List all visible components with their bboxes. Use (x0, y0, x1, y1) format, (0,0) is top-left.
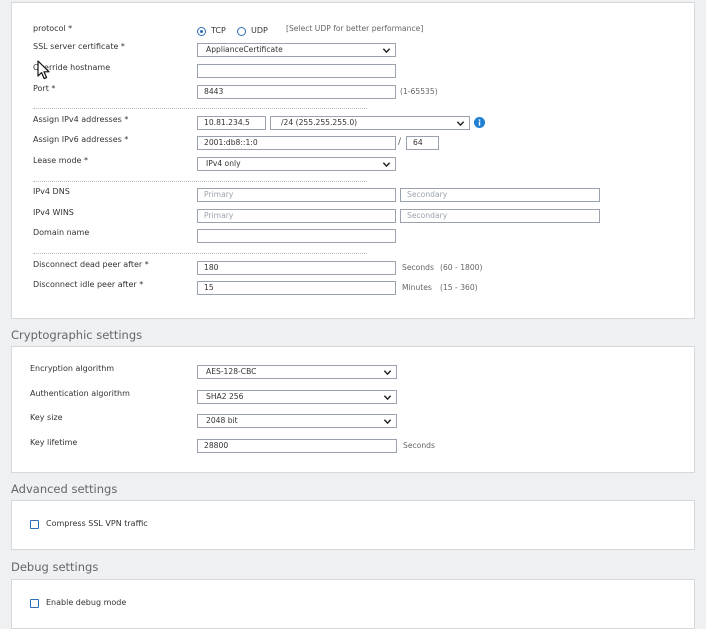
lease-mode-label: Lease mode * (33, 156, 89, 165)
lease-mode-value: IPv4 only (206, 159, 241, 168)
ipv4-netmask-select[interactable]: /24 (255.255.255.0) (270, 116, 470, 130)
dead-peer-range: (60 - 1800) (440, 263, 483, 272)
dead-peer-input[interactable]: 180 (197, 261, 396, 275)
wins-secondary-input[interactable]: Secondary (400, 209, 600, 223)
chevron-down-icon (383, 395, 392, 401)
chevron-down-icon (382, 48, 391, 54)
ipv4-address-input[interactable]: 10.81.234.5 (197, 116, 266, 130)
mouse-cursor-icon (37, 60, 50, 80)
enable-debug-checkbox[interactable] (30, 599, 39, 608)
key-lifetime-label: Key lifetime (30, 438, 78, 447)
key-size-value: 2048 bit (206, 416, 238, 425)
key-size-select[interactable]: 2048 bit (197, 414, 397, 428)
tcp-label[interactable]: TCP (211, 26, 226, 35)
key-lifetime-unit: Seconds (403, 441, 435, 450)
override-hostname-input[interactable] (197, 64, 396, 78)
key-lifetime-input[interactable]: 28800 (197, 439, 397, 453)
ssl-cert-select[interactable]: ApplianceCertificate (197, 43, 396, 57)
key-size-label: Key size (30, 413, 63, 422)
ipv6-prefix-input[interactable]: 64 (406, 136, 439, 150)
protocol-hint: [Select UDP for better performance] (286, 24, 424, 33)
ipv6-slash: / (398, 137, 402, 147)
udp-radio[interactable] (237, 27, 246, 36)
chevron-down-icon (383, 370, 392, 376)
divider (33, 181, 367, 182)
dead-peer-unit: Seconds (402, 263, 434, 272)
ipv4-wins-label: IPv4 WINS (33, 208, 74, 217)
ipv4-label: Assign IPv4 addresses * (33, 115, 129, 124)
authentication-select[interactable]: SHA2 256 (197, 390, 397, 404)
ssl-cert-label: SSL server certificate * (33, 42, 125, 51)
port-range-hint: (1-65535) (400, 87, 438, 96)
divider (33, 253, 367, 254)
crypto-section-title: Cryptographic settings (11, 328, 143, 342)
lease-mode-select[interactable]: IPv4 only (197, 157, 396, 171)
authentication-value: SHA2 256 (206, 392, 244, 401)
ipv6-address-input[interactable]: 2001:db8::1:0 (197, 136, 396, 150)
udp-label[interactable]: UDP (251, 26, 268, 35)
authentication-label: Authentication algorithm (30, 389, 130, 398)
compress-checkbox[interactable] (30, 520, 39, 529)
info-icon[interactable] (474, 117, 485, 128)
ssl-cert-value: ApplianceCertificate (206, 45, 283, 54)
ipv6-label: Assign IPv6 addresses * (33, 135, 129, 144)
encryption-value: AES-128-CBC (206, 367, 257, 376)
ipv4-netmask-value: /24 (255.255.255.0) (281, 118, 358, 127)
debug-section-title: Debug settings (11, 560, 99, 574)
protocol-label: protocol * (33, 24, 73, 33)
dns-secondary-input[interactable]: Secondary (400, 188, 600, 202)
idle-peer-unit: Minutes (402, 283, 432, 292)
idle-peer-input[interactable]: 15 (197, 281, 396, 295)
advanced-section-title: Advanced settings (11, 482, 118, 496)
encryption-label: Encryption algorithm (30, 364, 115, 373)
idle-peer-label: Disconnect idle peer after * (33, 280, 144, 289)
divider (33, 108, 367, 109)
chevron-down-icon (383, 419, 392, 425)
port-label: Port * (33, 84, 56, 93)
ipv4-dns-label: IPv4 DNS (33, 187, 70, 196)
chevron-down-icon (456, 121, 465, 127)
compress-label[interactable]: Compress SSL VPN traffic (46, 519, 148, 528)
wins-primary-input[interactable]: Primary (197, 209, 396, 223)
dead-peer-label: Disconnect dead peer after * (33, 260, 149, 269)
dns-primary-input[interactable]: Primary (197, 188, 396, 202)
chevron-down-icon (382, 162, 391, 168)
domain-name-input[interactable] (197, 229, 396, 243)
domain-name-label: Domain name (33, 228, 90, 237)
tcp-radio[interactable] (197, 27, 206, 36)
idle-peer-range: (15 - 360) (440, 283, 478, 292)
port-input[interactable]: 8443 (197, 85, 396, 99)
encryption-select[interactable]: AES-128-CBC (197, 365, 397, 379)
enable-debug-label[interactable]: Enable debug mode (46, 598, 126, 607)
